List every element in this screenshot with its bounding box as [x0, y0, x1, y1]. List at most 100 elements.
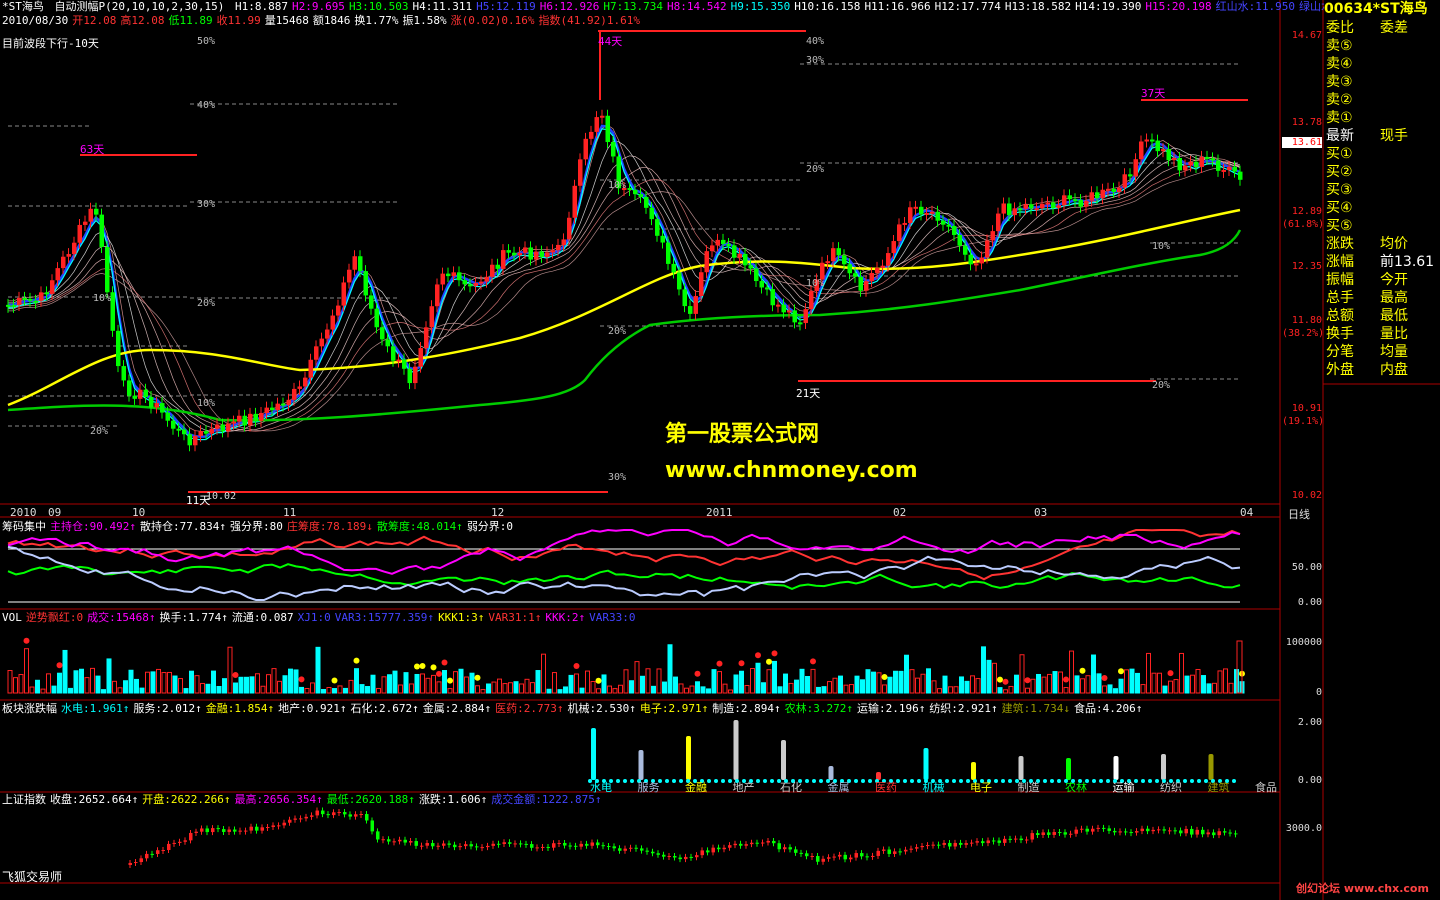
- index-candle: [706, 850, 710, 853]
- quote-row[interactable]: 卖②: [1324, 91, 1440, 109]
- candle-body: [121, 366, 126, 381]
- volume-bar: [706, 688, 711, 694]
- period-label[interactable]: 日线: [1288, 506, 1310, 522]
- candle-body: [358, 256, 363, 272]
- quote-row[interactable]: 振幅 今开: [1324, 271, 1440, 289]
- index-candle: [508, 842, 512, 844]
- volume-bar: [942, 675, 948, 694]
- volume-dot: [353, 657, 360, 664]
- pct-label: 10%: [806, 278, 825, 289]
- candle-body: [1216, 160, 1221, 171]
- date-tick: 02: [893, 506, 907, 519]
- quote-row[interactable]: 涨幅 前13.61: [1324, 253, 1440, 271]
- candle-body: [440, 273, 445, 285]
- chart-canvas[interactable]: [0, 0, 1440, 900]
- index-candle: [530, 844, 534, 848]
- volume-bar: [68, 687, 73, 694]
- index-candle: [1146, 828, 1150, 832]
- sector-item-10: 制造:2.894↑: [712, 702, 781, 715]
- candle-body: [1023, 204, 1028, 209]
- volume-bar: [403, 672, 409, 694]
- index-candle: [513, 843, 517, 845]
- volume-bar: [348, 679, 354, 694]
- index-candle: [376, 831, 380, 840]
- index-candle: [480, 847, 484, 849]
- quote-row[interactable]: 买③: [1324, 181, 1440, 199]
- sector-dot: [1099, 779, 1103, 783]
- index-candle: [486, 845, 490, 848]
- candle-body: [1062, 195, 1067, 206]
- volume-bar: [1168, 680, 1173, 694]
- volume-bar: [1195, 668, 1201, 694]
- index-candle: [926, 845, 930, 847]
- sector-dot: [805, 779, 809, 783]
- index-candle: [1157, 829, 1161, 831]
- index-candle: [222, 829, 226, 832]
- quote-row[interactable]: 总额 最低: [1324, 307, 1440, 325]
- index-candle: [1118, 831, 1122, 833]
- quote-row[interactable]: 卖③: [1324, 73, 1440, 91]
- ohlc-item-1: 开12.08: [72, 14, 117, 27]
- candle-body: [127, 380, 132, 396]
- candle-body: [1172, 157, 1177, 161]
- quote-row-value: 今开: [1380, 272, 1408, 288]
- index-candle: [882, 849, 886, 851]
- quote-row[interactable]: 委比 委差: [1324, 19, 1440, 37]
- h-value-13: H14:19.390: [1075, 0, 1142, 13]
- volume-bar: [233, 682, 238, 694]
- h-value-11: H12:17.774: [934, 0, 1001, 13]
- date-tick: 12: [491, 506, 505, 519]
- side-panel-title[interactable]: 00634*ST海鸟: [1324, 0, 1440, 18]
- volume-bar: [189, 670, 194, 694]
- volume-dot: [573, 662, 580, 669]
- candle-body: [105, 247, 110, 293]
- volume-panel-header: VOL 逆势飘红:0 成交:15468↑ 换手:1.774↑ 流通:0.087 XJ1:0…: [2, 611, 640, 625]
- quote-row[interactable]: 外盘 内盘: [1324, 361, 1440, 379]
- volume-bar: [425, 677, 431, 694]
- volume-bar: [123, 680, 128, 694]
- volume-bar: [227, 646, 233, 694]
- index-candle: [997, 840, 1001, 843]
- volume-bar: [1030, 678, 1036, 694]
- candle-body: [1089, 192, 1094, 201]
- quote-row[interactable]: 买②: [1324, 163, 1440, 181]
- volume-bar: [508, 682, 513, 694]
- index-candle: [348, 814, 352, 817]
- quote-row[interactable]: 换手 量比: [1324, 325, 1440, 343]
- quote-row-value: 均量: [1380, 344, 1408, 360]
- ma-long-yellow: [7, 208, 1241, 407]
- quote-row-label: 买③: [1326, 182, 1353, 198]
- quote-row[interactable]: 买④: [1324, 199, 1440, 217]
- quote-row[interactable]: 涨跌 均价: [1324, 235, 1440, 253]
- index-candle: [150, 853, 154, 855]
- quote-row[interactable]: 卖⑤: [1324, 37, 1440, 55]
- volume-bar: [1217, 670, 1223, 694]
- quote-row[interactable]: 最新 现手: [1324, 127, 1440, 145]
- volume-bar: [557, 689, 563, 694]
- volume-bar: [1014, 674, 1019, 694]
- volume-bar: [464, 676, 469, 694]
- index-candle: [1019, 838, 1023, 841]
- candle-body: [853, 273, 858, 277]
- index-candle: [453, 844, 457, 848]
- quote-row[interactable]: 总手 最高: [1324, 289, 1440, 307]
- index-candle: [502, 842, 506, 845]
- quote-row[interactable]: 分笔 均量: [1324, 343, 1440, 361]
- index-candle: [183, 840, 187, 842]
- quote-row[interactable]: 卖④: [1324, 55, 1440, 73]
- candle-body: [237, 415, 242, 422]
- quote-row[interactable]: 卖①: [1324, 109, 1440, 127]
- volume-bar: [1091, 654, 1096, 694]
- index-candle: [744, 844, 748, 846]
- candle-body: [897, 224, 902, 242]
- index-candle: [629, 847, 633, 849]
- quote-row[interactable]: 买⑤: [1324, 217, 1440, 235]
- vol-item-0: VOL: [2, 611, 22, 624]
- candle-body: [281, 403, 286, 406]
- volume-dot: [1002, 678, 1009, 685]
- index-candle: [1052, 832, 1056, 835]
- quote-row[interactable]: 买①: [1324, 145, 1440, 163]
- volume-bar: [849, 684, 854, 694]
- h-value-6: H7:13.734: [603, 0, 663, 13]
- sector-dot: [665, 779, 669, 783]
